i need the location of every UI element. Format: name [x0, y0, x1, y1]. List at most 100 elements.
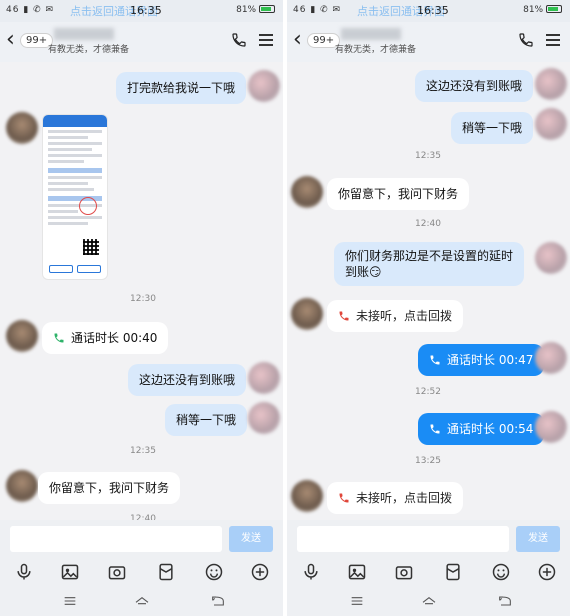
- home-nav-icon[interactable]: [134, 593, 150, 609]
- status-right: 81%: [236, 5, 275, 15]
- message-bubble-sent[interactable]: 打完款给我说一下哦: [116, 72, 247, 104]
- menu-nav-icon[interactable]: [62, 593, 78, 609]
- back-nav-icon[interactable]: [210, 593, 226, 609]
- phone-icon[interactable]: [518, 32, 534, 48]
- contact-name-blurred: [54, 28, 114, 40]
- timestamp: 13:25: [415, 456, 441, 466]
- contact-name-blurred: [341, 28, 401, 40]
- clock: 16:35: [417, 4, 449, 17]
- camera-icon[interactable]: [394, 562, 414, 582]
- chat-header: ‹ 99+ 有教无类，才德兼备: [287, 22, 570, 62]
- contact-signature: 有教无类，才德兼备: [48, 45, 130, 55]
- status-bar: 46 ▮ ✆ ✉ 点击返回通话界面 16:35 81%: [287, 0, 570, 22]
- missed-call-text: 未接听，点击回拨: [356, 309, 453, 323]
- message-bubble-sent[interactable]: 这边还没有到账哦: [415, 70, 534, 102]
- send-button[interactable]: 发送: [516, 526, 560, 552]
- plus-icon[interactable]: [537, 562, 557, 582]
- message-bubble-sent[interactable]: 稍等一下哦: [451, 112, 534, 144]
- home-nav-icon[interactable]: [421, 593, 437, 609]
- message-input[interactable]: [10, 526, 222, 552]
- my-avatar[interactable]: [248, 402, 280, 434]
- my-avatar[interactable]: [248, 362, 280, 394]
- phone-icon: [430, 424, 440, 434]
- message-input[interactable]: [297, 526, 509, 552]
- menu-icon[interactable]: [546, 34, 560, 46]
- missed-call-icon: [339, 311, 349, 321]
- message-bubble-sent[interactable]: 这边还没有到账哦: [128, 364, 247, 396]
- status-icons: 46 ▮ ✆ ✉: [293, 5, 342, 15]
- back-icon[interactable]: ‹: [6, 28, 15, 52]
- chat-pane-left: 46 ▮ ✆ ✉ 点击返回通话界面 16:35 81% ‹ 99+ 有教无类，才…: [0, 0, 283, 616]
- missed-call-icon: [339, 493, 349, 503]
- camera-icon[interactable]: [107, 562, 127, 582]
- red-seal-icon: [79, 197, 97, 215]
- phone-icon: [430, 355, 440, 365]
- image-icon[interactable]: [60, 562, 80, 582]
- message-bubble-received[interactable]: 你留意下，我问下财务: [38, 472, 181, 504]
- contact-avatar[interactable]: [6, 470, 38, 502]
- status-icons: 46 ▮ ✆ ✉: [6, 5, 55, 15]
- timestamp: 12:40: [415, 219, 441, 229]
- timestamp: 12:35: [130, 446, 156, 456]
- qr-code-icon: [83, 239, 99, 255]
- phone-icon[interactable]: [231, 32, 247, 48]
- image-icon[interactable]: [347, 562, 367, 582]
- my-avatar[interactable]: [535, 242, 567, 274]
- battery-percent: 81%: [236, 5, 257, 15]
- back-nav-icon[interactable]: [497, 593, 513, 609]
- contact-avatar[interactable]: [291, 176, 323, 208]
- phone-icon: [54, 333, 64, 343]
- microphone-icon[interactable]: [301, 562, 321, 582]
- message-bubble-received[interactable]: 你留意下，我问下财务: [327, 178, 470, 210]
- contact-avatar[interactable]: [291, 298, 323, 330]
- chat-toolbar: [0, 558, 283, 586]
- shared-image-receipt[interactable]: [42, 114, 108, 280]
- missed-call-bubble[interactable]: 未接听，点击回拨: [327, 482, 464, 514]
- message-bubble-sent[interactable]: 你们财务那边是不是设置的延时 到账😏: [334, 242, 525, 286]
- missed-call-text: 未接听，点击回拨: [356, 491, 453, 505]
- my-avatar[interactable]: [535, 68, 567, 100]
- message-bubble-sent[interactable]: 稍等一下哦: [165, 404, 248, 436]
- red-packet-icon[interactable]: [443, 562, 463, 582]
- call-record-bubble[interactable]: 通话时长 00:54: [418, 413, 545, 445]
- contact-avatar[interactable]: [6, 112, 38, 144]
- emoji-icon[interactable]: [204, 562, 224, 582]
- receipt-header: [43, 115, 107, 127]
- contact-avatar[interactable]: [291, 480, 323, 512]
- contact-signature: 有教无类，才德兼备: [335, 45, 417, 55]
- message-line: 你们财务那边是不是设置的延时: [345, 249, 514, 263]
- input-bar: 发送: [0, 520, 283, 560]
- my-avatar[interactable]: [535, 108, 567, 140]
- status-right: 81%: [523, 5, 562, 15]
- menu-nav-icon[interactable]: [349, 593, 365, 609]
- red-packet-icon[interactable]: [156, 562, 176, 582]
- call-duration: 通话时长 00:47: [447, 353, 534, 367]
- menu-icon[interactable]: [259, 34, 273, 46]
- send-button[interactable]: 发送: [229, 526, 273, 552]
- emoji-icon[interactable]: [491, 562, 511, 582]
- input-bar: 发送: [287, 520, 570, 560]
- my-avatar[interactable]: [248, 70, 280, 102]
- call-duration: 通话时长 00:54: [447, 422, 534, 436]
- missed-call-bubble[interactable]: 未接听，点击回拨: [327, 300, 464, 332]
- microphone-icon[interactable]: [14, 562, 34, 582]
- my-avatar[interactable]: [535, 342, 567, 374]
- battery-icon: [546, 5, 562, 13]
- call-record-bubble[interactable]: 通话时长 00:47: [418, 344, 545, 376]
- plus-icon[interactable]: [250, 562, 270, 582]
- chat-header: ‹ 99+ 有教无类，才德兼备: [0, 22, 283, 62]
- chat-toolbar: [287, 558, 570, 586]
- system-nav-bar: [0, 586, 283, 616]
- back-icon[interactable]: ‹: [293, 28, 302, 52]
- call-duration: 通话时长 00:40: [71, 331, 158, 345]
- message-line: 到账😏: [345, 265, 382, 279]
- clock: 16:35: [130, 4, 162, 17]
- contact-avatar[interactable]: [6, 320, 38, 352]
- timestamp: 12:35: [415, 151, 441, 161]
- system-nav-bar: [287, 586, 570, 616]
- chat-pane-right: 46 ▮ ✆ ✉ 点击返回通话界面 16:35 81% ‹ 99+ 有教无类，才…: [287, 0, 570, 616]
- timestamp: 12:30: [130, 294, 156, 304]
- call-record-bubble[interactable]: 通话时长 00:40: [42, 322, 169, 354]
- battery-icon: [259, 5, 275, 13]
- my-avatar[interactable]: [535, 411, 567, 443]
